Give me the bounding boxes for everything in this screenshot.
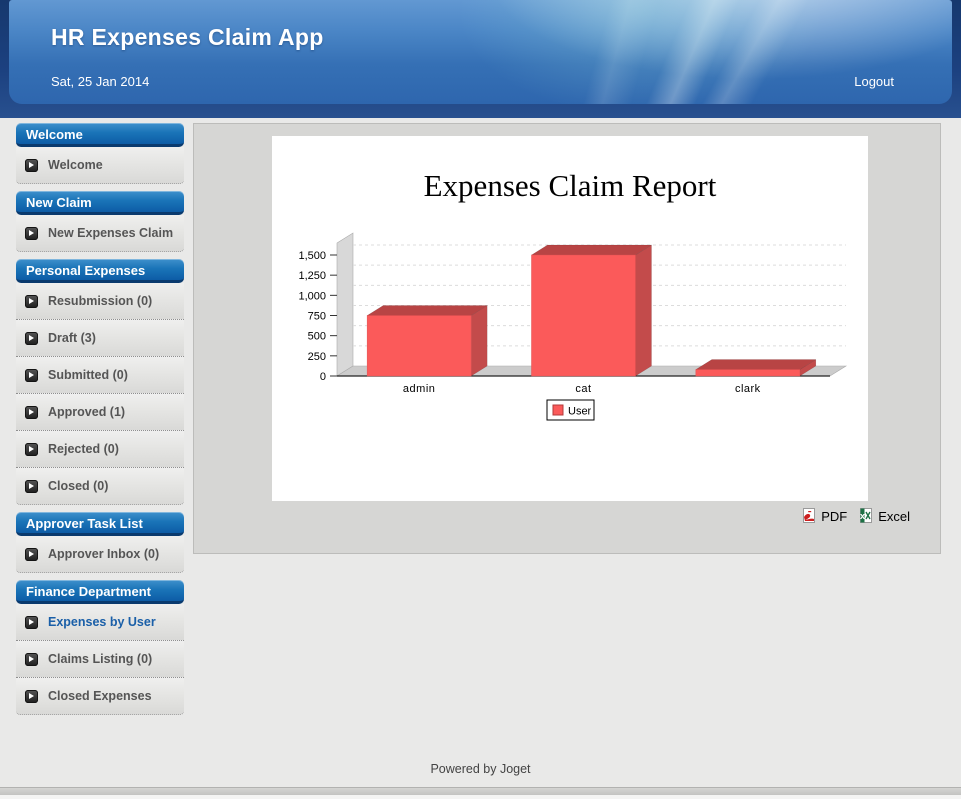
sidebar-item-resubmission[interactable]: Resubmission (0)	[16, 283, 184, 320]
arrow-right-icon	[25, 227, 38, 240]
app-header: HR Expenses Claim App Sat, 25 Jan 2014 L…	[0, 0, 961, 118]
sidebar-item-label: Closed Expenses	[48, 689, 152, 703]
sidebar-item-label: Submitted (0)	[48, 368, 128, 382]
arrow-right-icon	[25, 480, 38, 493]
excel-icon: x	[859, 508, 874, 524]
sidebar-item-label: Approver Inbox (0)	[48, 547, 159, 561]
sidebar-item-label: New Expenses Claim	[48, 226, 173, 240]
sidebar-item-welcome[interactable]: Welcome	[16, 147, 184, 184]
arrow-right-icon	[25, 690, 38, 703]
sidebar-item-label: Claims Listing (0)	[48, 652, 152, 666]
arrow-right-icon	[25, 295, 38, 308]
y-tick-label: 750	[308, 311, 326, 323]
arrow-right-icon	[25, 443, 38, 456]
sidebar-section-title: New Claim	[16, 191, 184, 215]
sidebar-section-title: Welcome	[16, 123, 184, 147]
sidebar-item-submitted[interactable]: Submitted (0)	[16, 357, 184, 394]
header-streaks-decoration	[9, 0, 952, 104]
page: HR Expenses Claim App Sat, 25 Jan 2014 L…	[0, 0, 961, 799]
arrow-right-icon	[25, 369, 38, 382]
x-category-label: cat	[575, 383, 591, 395]
y-tick-label: 500	[308, 331, 326, 343]
pdf-icon	[802, 508, 817, 524]
bar-cat	[532, 255, 636, 376]
app-title: HR Expenses Claim App	[51, 24, 324, 51]
sidebar-item-label: Closed (0)	[48, 479, 108, 493]
y-tick-label: 250	[308, 351, 326, 363]
sidebar-item-label: Approved (1)	[48, 405, 125, 419]
main-panel: Expenses Claim Report 0 250 500 750 1,000 1,2…	[193, 123, 941, 554]
sidebar-section-welcome: Welcome Welcome	[16, 123, 184, 184]
legend-swatch	[553, 405, 563, 415]
sidebar-section-finance-department: Finance Department Expenses by User Claims…	[16, 580, 184, 715]
sidebar-item-label: Rejected (0)	[48, 442, 119, 456]
export-excel-link[interactable]: x Excel	[859, 508, 910, 524]
sidebar-item-label: Resubmission (0)	[48, 294, 152, 308]
bar-side-cat	[636, 245, 652, 376]
sidebar-section-title: Finance Department	[16, 580, 184, 604]
sidebar-item-label: Draft (3)	[48, 331, 96, 345]
x-category-label: admin	[403, 383, 435, 395]
sidebar: Welcome Welcome New Claim New Expenses Clai…	[16, 123, 184, 722]
y-tick-label: 1,000	[298, 290, 326, 302]
x-category-label: clark	[735, 383, 761, 395]
export-link-label: PDF	[821, 509, 847, 524]
bar-clark	[696, 370, 800, 376]
sidebar-section-personal-expenses: Personal Expenses Resubmission (0) Draft (…	[16, 259, 184, 505]
export-link-label: Excel	[878, 509, 910, 524]
sidebar-item-draft[interactable]: Draft (3)	[16, 320, 184, 357]
sidebar-section-approver-task-list: Approver Task List Approver Inbox (0)	[16, 512, 184, 573]
bar-admin	[367, 316, 471, 377]
sidebar-item-expenses-by-user[interactable]: Expenses by User	[16, 604, 184, 641]
header-banner: HR Expenses Claim App Sat, 25 Jan 2014 L…	[9, 0, 952, 104]
sidebar-item-approved[interactable]: Approved (1)	[16, 394, 184, 431]
export-pdf-link[interactable]: PDF	[802, 508, 847, 524]
sidebar-item-closed-expenses[interactable]: Closed Expenses	[16, 678, 184, 715]
arrow-right-icon	[25, 653, 38, 666]
sidebar-section-title: Approver Task List	[16, 512, 184, 536]
sidebar-section-new-claim: New Claim New Expenses Claim	[16, 191, 184, 252]
sidebar-item-rejected[interactable]: Rejected (0)	[16, 431, 184, 468]
expenses-bar-chart: 0 250 500 750 1,000 1,250 1,500 admin cat clark Us…	[272, 231, 868, 436]
footer-text: Powered by Joget	[430, 762, 530, 776]
arrow-right-icon	[25, 159, 38, 172]
sidebar-item-approver-inbox[interactable]: Approver Inbox (0)	[16, 536, 184, 573]
page-bottom-under	[0, 795, 961, 799]
y-tick-label: 0	[320, 371, 326, 383]
chart-left-wall	[337, 233, 353, 376]
sidebar-item-closed[interactable]: Closed (0)	[16, 468, 184, 505]
footer: Powered by Joget	[0, 762, 961, 776]
y-tick-label: 1,250	[298, 270, 326, 282]
page-bottom-edge	[0, 787, 961, 795]
svg-text:x: x	[860, 511, 865, 521]
sidebar-item-claims-listing[interactable]: Claims Listing (0)	[16, 641, 184, 678]
arrow-right-icon	[25, 616, 38, 629]
arrow-right-icon	[25, 406, 38, 419]
bar-top-clark	[696, 360, 816, 370]
sidebar-item-label: Welcome	[48, 158, 103, 172]
sidebar-section-title: Personal Expenses	[16, 259, 184, 283]
logout-link[interactable]: Logout	[854, 74, 894, 89]
export-row: PDF x Excel	[802, 508, 910, 524]
sidebar-item-label: Expenses by User	[48, 615, 156, 629]
y-tick-label: 1,500	[298, 250, 326, 262]
chart-card: Expenses Claim Report 0 250 500 750 1,000 1,2…	[272, 136, 868, 501]
sidebar-item-new-expenses-claim[interactable]: New Expenses Claim	[16, 215, 184, 252]
bar-side-admin	[471, 306, 487, 377]
arrow-right-icon	[25, 332, 38, 345]
legend-label: User	[568, 406, 592, 418]
bar-top-cat	[532, 245, 652, 255]
bar-top-admin	[367, 306, 487, 316]
header-date: Sat, 25 Jan 2014	[51, 74, 149, 89]
chart-title: Expenses Claim Report	[272, 168, 868, 204]
arrow-right-icon	[25, 548, 38, 561]
